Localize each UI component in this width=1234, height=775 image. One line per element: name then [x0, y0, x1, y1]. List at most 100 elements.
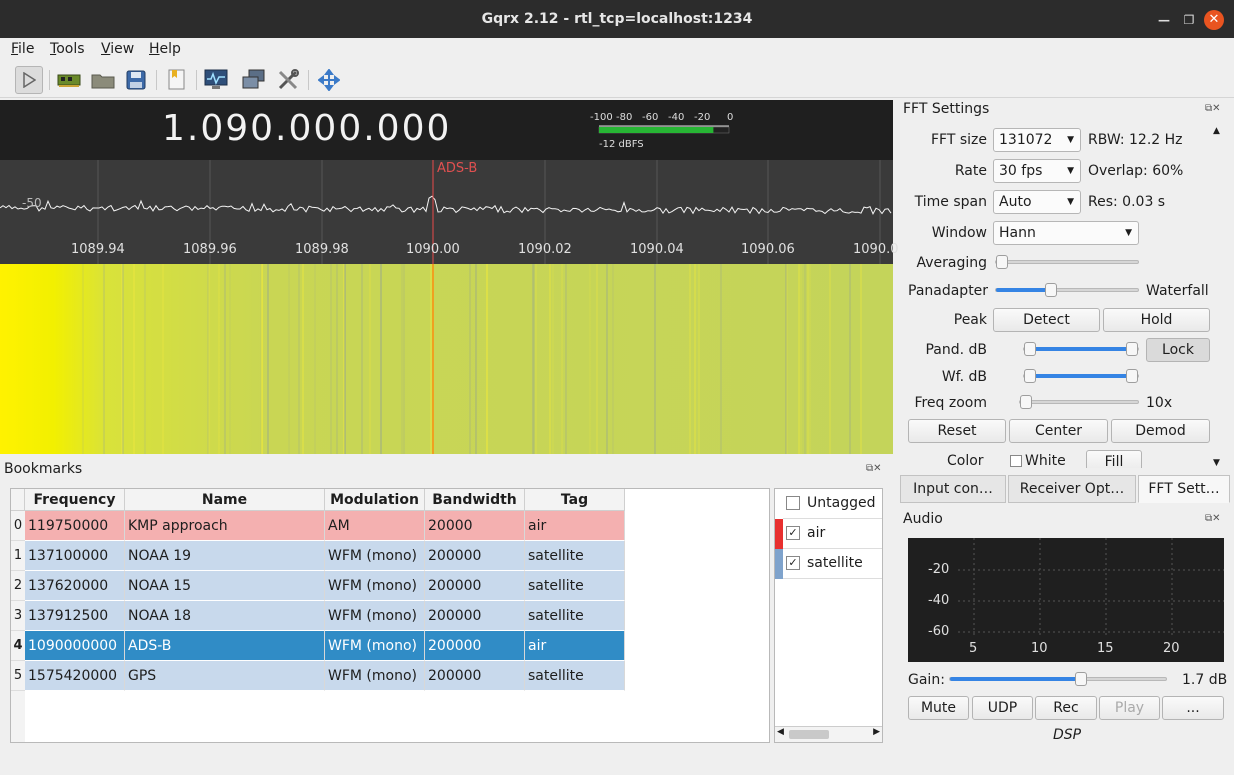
wf-db-slider[interactable]: [1023, 369, 1139, 383]
bookmark-cell-modulation[interactable]: AM: [325, 511, 425, 541]
row-header[interactable]: 5: [11, 661, 25, 691]
open-folder-icon[interactable]: [89, 66, 117, 94]
tools-icon[interactable]: [274, 66, 302, 94]
bookmark-cell-modulation[interactable]: WFM (mono): [325, 661, 425, 691]
fft-scrollbar[interactable]: ▲ ▼: [1211, 126, 1224, 468]
lock-button[interactable]: Lock: [1146, 338, 1210, 362]
audio-spectrum[interactable]: -20 -40 -60 5 10 15 20: [908, 538, 1224, 662]
dock-float-close-icon[interactable]: ⧉✕: [1205, 103, 1221, 114]
bookmark-cell-bandwidth[interactable]: 200000: [425, 631, 525, 661]
network-icon[interactable]: [240, 66, 268, 94]
freq-zoom-slider[interactable]: [1019, 395, 1139, 409]
tag-item[interactable]: ✓ satellite: [775, 549, 882, 579]
close-icon[interactable]: ✕: [1204, 10, 1224, 30]
tab-fft-settings[interactable]: FFT Sett…: [1138, 475, 1230, 503]
bookmark-cell-frequency[interactable]: 137100000: [25, 541, 125, 571]
tag-checkbox[interactable]: ✓: [786, 556, 800, 570]
bookmark-cell-frequency[interactable]: 119750000: [25, 511, 125, 541]
tag-scrollbar[interactable]: ◀ ▶: [775, 726, 882, 742]
bookmark-cell-tag[interactable]: satellite: [525, 541, 625, 571]
bookmark-cell-tag[interactable]: air: [525, 631, 625, 661]
bookmark-cell-name[interactable]: KMP approach: [125, 511, 325, 541]
tab-receiver-options[interactable]: Receiver Opt…: [1008, 475, 1136, 503]
bookmark-cell-modulation[interactable]: WFM (mono): [325, 631, 425, 661]
bookmark-cell-bandwidth[interactable]: 20000: [425, 511, 525, 541]
bookmark-cell-tag[interactable]: air: [525, 511, 625, 541]
monitor-icon[interactable]: [202, 66, 230, 94]
averaging-slider[interactable]: [995, 255, 1139, 269]
bookmark-cell-bandwidth[interactable]: 200000: [425, 541, 525, 571]
audio-gain-slider[interactable]: [949, 672, 1167, 686]
bookmark-cell-tag[interactable]: satellite: [525, 661, 625, 691]
waterfall[interactable]: [0, 264, 893, 454]
demod-button[interactable]: Demod: [1111, 419, 1210, 443]
hold-button[interactable]: Hold: [1103, 308, 1210, 332]
fill-button[interactable]: Fill: [1086, 450, 1142, 468]
maximize-icon[interactable]: ❐: [1179, 10, 1199, 30]
slider-handle[interactable]: [1126, 342, 1138, 356]
slider-handle[interactable]: [1074, 672, 1087, 686]
fft-size-combo[interactable]: 131072 ▼: [993, 128, 1081, 152]
frequency-display[interactable]: 1.090.000.000: [162, 108, 451, 149]
rate-combo[interactable]: 30 fps ▼: [993, 159, 1081, 183]
hardware-icon[interactable]: [55, 66, 83, 94]
pan-waterfall-slider[interactable]: [995, 283, 1139, 297]
column-header-frequency[interactable]: Frequency: [25, 489, 125, 511]
tag-checkbox[interactable]: ✓: [786, 526, 800, 540]
slider-handle[interactable]: [996, 255, 1008, 269]
bookmark-cell-tag[interactable]: satellite: [525, 601, 625, 631]
bookmark-cell-modulation[interactable]: WFM (mono): [325, 571, 425, 601]
menu-tools[interactable]: Tools: [50, 41, 85, 57]
row-header[interactable]: 1: [11, 541, 25, 571]
slider-handle[interactable]: [1024, 342, 1036, 356]
bookmark-cell-name[interactable]: GPS: [125, 661, 325, 691]
bookmark-cell-tag[interactable]: satellite: [525, 571, 625, 601]
save-icon[interactable]: [122, 66, 150, 94]
menu-view[interactable]: View: [101, 41, 134, 57]
tag-item[interactable]: Untagged: [775, 489, 882, 519]
play-button[interactable]: Play: [1099, 696, 1160, 720]
mute-button[interactable]: Mute: [908, 696, 969, 720]
bookmark-cell-bandwidth[interactable]: 200000: [425, 661, 525, 691]
rec-button[interactable]: Rec: [1035, 696, 1097, 720]
fullscreen-icon[interactable]: [315, 66, 343, 94]
white-checkbox[interactable]: [1010, 455, 1022, 467]
bookmark-cell-bandwidth[interactable]: 200000: [425, 571, 525, 601]
slider-handle[interactable]: [1126, 369, 1138, 383]
dock-float-close-icon[interactable]: ⧉✕: [1205, 513, 1221, 524]
column-header-bandwidth[interactable]: Bandwidth: [425, 489, 525, 511]
udp-button[interactable]: UDP: [972, 696, 1033, 720]
tag-checkbox[interactable]: [786, 496, 800, 510]
bookmark-cell-frequency[interactable]: 1575420000: [25, 661, 125, 691]
reset-button[interactable]: Reset: [908, 419, 1006, 443]
column-header-modulation[interactable]: Modulation: [325, 489, 425, 511]
bookmark-cell-frequency[interactable]: 137620000: [25, 571, 125, 601]
detect-button[interactable]: Detect: [993, 308, 1100, 332]
menu-file[interactable]: File: [11, 41, 34, 57]
column-header-name[interactable]: Name: [125, 489, 325, 511]
bookmark-cell-frequency[interactable]: 1090000000: [25, 631, 125, 661]
column-header-tag[interactable]: Tag: [525, 489, 625, 511]
bookmark-cell-name[interactable]: NOAA 18: [125, 601, 325, 631]
menu-help[interactable]: Help: [149, 41, 181, 57]
center-button[interactable]: Center: [1009, 419, 1108, 443]
bookmark-cell-name[interactable]: NOAA 15: [125, 571, 325, 601]
row-header[interactable]: 4: [11, 631, 25, 661]
minimize-icon[interactable]: —: [1154, 10, 1174, 30]
bookmark-cell-modulation[interactable]: WFM (mono): [325, 601, 425, 631]
row-header[interactable]: 3: [11, 601, 25, 631]
bookmark-cell-bandwidth[interactable]: 200000: [425, 601, 525, 631]
slider-handle[interactable]: [1020, 395, 1032, 409]
bookmark-cell-name[interactable]: ADS-B: [125, 631, 325, 661]
row-header[interactable]: 2: [11, 571, 25, 601]
dock-float-close-icon[interactable]: ⧉✕: [866, 463, 882, 474]
pand-db-slider[interactable]: [1023, 342, 1139, 356]
timespan-combo[interactable]: Auto ▼: [993, 190, 1081, 214]
bookmark-icon[interactable]: [162, 66, 190, 94]
tag-item[interactable]: ✓ air: [775, 519, 882, 549]
more-button[interactable]: ...: [1162, 696, 1224, 720]
bookmark-cell-modulation[interactable]: WFM (mono): [325, 541, 425, 571]
tab-input-controls[interactable]: Input con…: [900, 475, 1006, 503]
window-combo[interactable]: Hann ▼: [993, 221, 1139, 245]
slider-handle[interactable]: [1044, 283, 1057, 297]
